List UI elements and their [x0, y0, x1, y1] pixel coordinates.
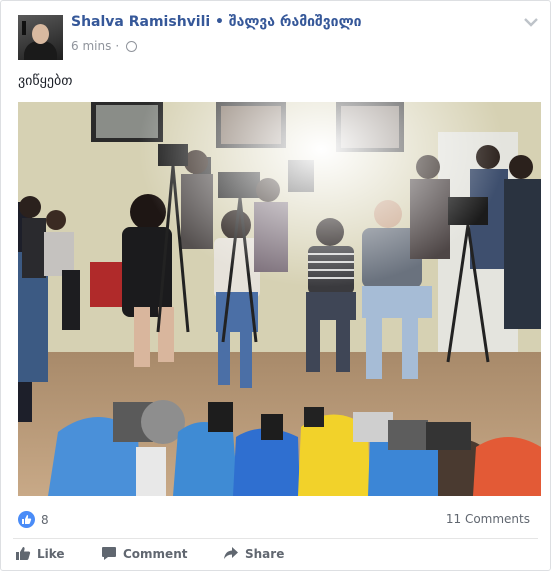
comment-label: Comment: [123, 546, 188, 561]
post-text: ვიწყებთ: [18, 73, 73, 89]
post-time[interactable]: 6 mins: [71, 39, 111, 53]
press-conference-photo[interactable]: [18, 102, 541, 496]
like-icon: [18, 511, 35, 528]
divider: [13, 538, 538, 539]
author-avatar[interactable]: [18, 15, 63, 60]
post-card: Shalva Ramishvili • შალვა რამიშვილი 6 mi…: [0, 0, 551, 571]
chevron-down-icon[interactable]: [522, 15, 540, 29]
globe-icon: [126, 40, 138, 52]
post-meta: 6 mins ·: [71, 39, 138, 53]
share-button[interactable]: Share: [223, 546, 323, 561]
comment-icon: [102, 547, 116, 560]
comment-button[interactable]: Comment: [101, 546, 223, 561]
author-name[interactable]: Shalva Ramishvili • შალვა რამიშვილი: [71, 14, 362, 30]
like-button[interactable]: Like: [15, 546, 101, 561]
share-icon: [224, 547, 238, 559]
comments-count-link[interactable]: 11 Comments: [446, 512, 530, 526]
reactions-count: 8: [41, 512, 49, 527]
thumb-icon: [16, 547, 31, 560]
share-label: Share: [245, 546, 285, 561]
like-label: Like: [37, 546, 65, 561]
reactions-summary[interactable]: 8: [18, 511, 49, 528]
post-actions: Like Comment Share: [15, 546, 323, 561]
